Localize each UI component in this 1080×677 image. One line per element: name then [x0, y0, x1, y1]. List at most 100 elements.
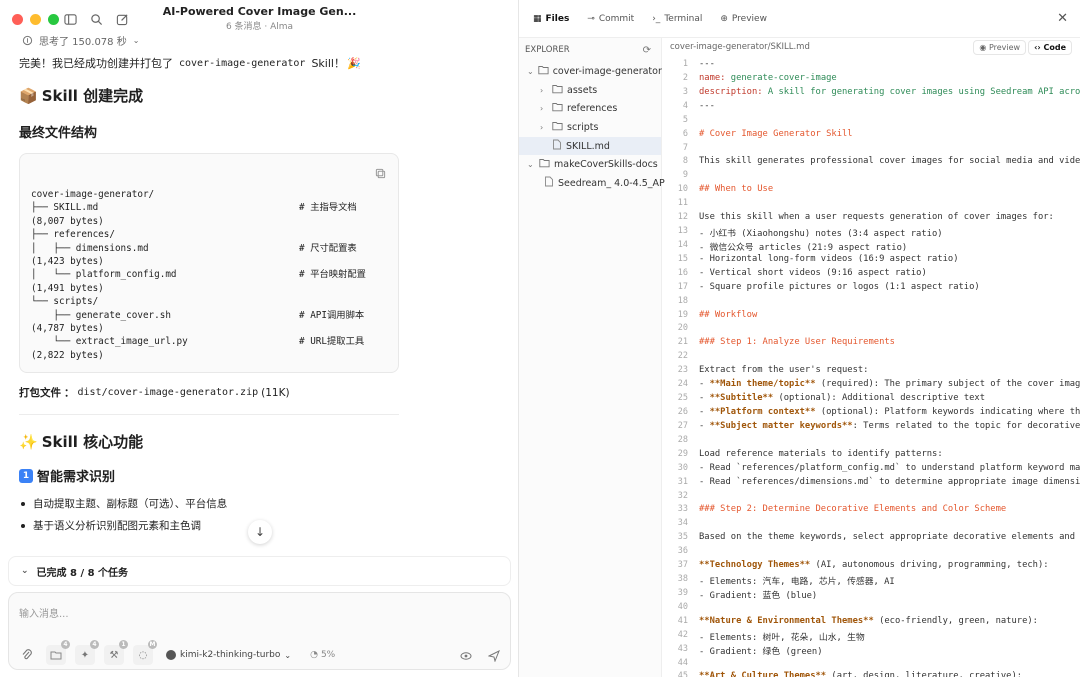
keycap-one-icon: 1: [19, 468, 33, 483]
eye-icon[interactable]: [460, 647, 472, 666]
gauge-icon: ◔: [310, 650, 318, 660]
code-button[interactable]: ‹› Code: [1028, 39, 1072, 55]
code-line: ---: [699, 59, 715, 69]
file-name: scripts: [567, 121, 599, 133]
bulb-tool-button[interactable]: ◌ M: [133, 640, 157, 665]
context-usage-text: 5%: [320, 650, 336, 660]
model-selector[interactable]: kimi-k2-thinking-turbo ⌄: [166, 650, 291, 660]
code-token: (AI, autonomous driving, programming, te…: [810, 560, 1049, 571]
tab-files[interactable]: ▦ Files: [533, 14, 569, 24]
tree-line: │ └── platform_config.md # 平台映射配置: [31, 268, 387, 281]
line-number: 44: [677, 657, 688, 668]
code-line: - Elements: 树叶, 花朵, 山水, 生物: [699, 630, 865, 643]
tree-line-text: ├── SKILL.md: [31, 202, 99, 214]
wand-tool-button[interactable]: ⚒ 1: [104, 640, 128, 665]
file-name: cover-image-generator: [552, 65, 662, 77]
tree-line: (1,423 bytes): [31, 255, 387, 268]
code-token: **Platform context**: [709, 407, 816, 417]
attach-button[interactable]: [17, 645, 37, 665]
file-item[interactable]: Seedream_ 4.0-4.5_AP: [519, 174, 665, 193]
heading-core-features: ✨ Skill 核心功能: [19, 431, 504, 452]
file-name: Seedream_ 4.0-4.5_AP: [558, 177, 665, 189]
line-number: 17: [677, 281, 688, 292]
chevron-down-icon: ⌄: [527, 66, 534, 76]
code-line: Extract from the user's request:: [699, 365, 868, 375]
tab-preview-label: Preview: [731, 13, 767, 24]
line-number: 20: [677, 323, 688, 334]
line-number: 33: [677, 504, 688, 515]
code-line: **Art & Culture Themes** (art, design, l…: [699, 671, 1022, 677]
code-line: ### Step 2: Determine Decorative Element…: [699, 504, 1006, 514]
close-pane-icon[interactable]: ✕: [1057, 11, 1068, 26]
code-line: - Gradient: 绿色 (green): [699, 644, 823, 657]
message-composer: 输入消息... 4 ✦ 4 ⚒ 1 ◌ M kimi-k2-thinking-turb…: [8, 592, 511, 670]
badge: 4: [90, 640, 99, 649]
line-number: 19: [677, 309, 688, 320]
chat-pane: AI-Powered Cover Image Gen... 6 条消息 · Al…: [0, 0, 519, 677]
file-item[interactable]: SKILL.md: [519, 136, 661, 156]
code-token: **Main theme/topic**: [709, 379, 816, 390]
tab-files-label: Files: [545, 13, 570, 24]
line-number: 15: [677, 253, 688, 264]
globe-icon: ⊕: [720, 13, 728, 24]
tasks-summary[interactable]: ⌄ 已完成 8 / 8 个任务: [8, 556, 511, 586]
code-line: - Read `references/platform_config.md` t…: [699, 463, 1080, 473]
scroll-down-button[interactable]: ↓: [248, 520, 272, 544]
file-item[interactable]: › scripts: [519, 118, 661, 137]
line-number: 5: [682, 114, 688, 125]
send-icon[interactable]: [487, 647, 500, 666]
code-token: **Art & Culture Themes**: [699, 671, 827, 677]
code-line: - **Main theme/topic** (required): The p…: [699, 379, 1080, 389]
app-window: AI-Powered Cover Image Gen... 6 条消息 · Al…: [0, 0, 1080, 677]
code-token: - 微信公众号 articles (21:9 aspect ratio): [699, 242, 908, 253]
code-token: -: [699, 407, 710, 417]
message-input[interactable]: 输入消息...: [19, 605, 69, 620]
package-label: 打包文件: [19, 387, 61, 400]
file-item[interactable]: ⌄ makeCoverSkills-docs: [519, 155, 661, 174]
copy-icon[interactable]: [375, 164, 386, 183]
line-number: 21: [677, 337, 688, 348]
wand-icon: ⚒: [109, 649, 119, 661]
code-token: - Gradient: 绿色 (green): [699, 646, 823, 657]
file-item[interactable]: › references: [519, 99, 661, 118]
file-name: makeCoverSkills-docs: [554, 159, 658, 171]
folder-icon: [552, 121, 563, 134]
tree-line-text: (8,007 bytes): [31, 215, 104, 227]
file-item[interactable]: ⌄ cover-image-generator: [519, 62, 662, 81]
tree-line-text: (2,822 bytes): [31, 349, 104, 361]
tree-line: (4,787 bytes): [31, 322, 387, 335]
file-path: cover-image-generator/SKILL.md: [670, 42, 810, 52]
tab-terminal[interactable]: ›_ Terminal: [652, 14, 702, 24]
line-number: 38: [677, 574, 688, 585]
chevron-right-icon: ›: [540, 122, 544, 132]
line-number: 43: [677, 643, 688, 654]
refresh-icon[interactable]: ⟳: [643, 45, 651, 56]
line-number: 26: [677, 407, 688, 417]
model-name: kimi-k2-thinking-turbo: [180, 650, 281, 660]
tree-line: (2,822 bytes): [31, 349, 387, 362]
file-list: ⌄ cover-image-generator › assets › references…: [519, 62, 665, 193]
code-token: Based on the theme keywords, select appr…: [699, 532, 1080, 543]
magic-tool-button[interactable]: ✦ 4: [75, 640, 99, 665]
code-line: - **Subject matter keywords**: Terms rel…: [699, 421, 1080, 431]
folder-tool-button[interactable]: 4: [46, 640, 70, 665]
line-number: 42: [677, 629, 688, 640]
terminal-icon: ›_: [652, 13, 661, 24]
code-line: - 微信公众号 articles (21:9 aspect ratio): [699, 240, 907, 253]
tab-commit[interactable]: ⊸ Commit: [587, 14, 634, 24]
line-number: 22: [677, 351, 688, 362]
line-number: 4: [682, 100, 688, 111]
tab-preview[interactable]: ⊕ Preview: [720, 14, 767, 24]
thought-duration: 思考了 150.078 秒: [39, 36, 127, 48]
code-token: ---: [699, 59, 715, 69]
tree-line-comment: # API调用脚本: [299, 309, 365, 321]
tree-line: └── scripts/: [31, 295, 387, 308]
tasks-summary-text: 已完成 8 / 8 个任务: [36, 567, 129, 579]
file-name: assets: [567, 84, 598, 96]
code-token: -: [699, 420, 710, 431]
code-line: **Technology Themes** (AI, autonomous dr…: [699, 560, 1049, 570]
file-item[interactable]: › assets: [519, 81, 661, 100]
preview-button[interactable]: ◉ Preview: [973, 39, 1027, 55]
thought-toggle[interactable]: 思考了 150.078 秒 ⌄: [19, 32, 139, 48]
code-line: - Horizontal long-form videos (16:9 aspe…: [699, 254, 959, 264]
